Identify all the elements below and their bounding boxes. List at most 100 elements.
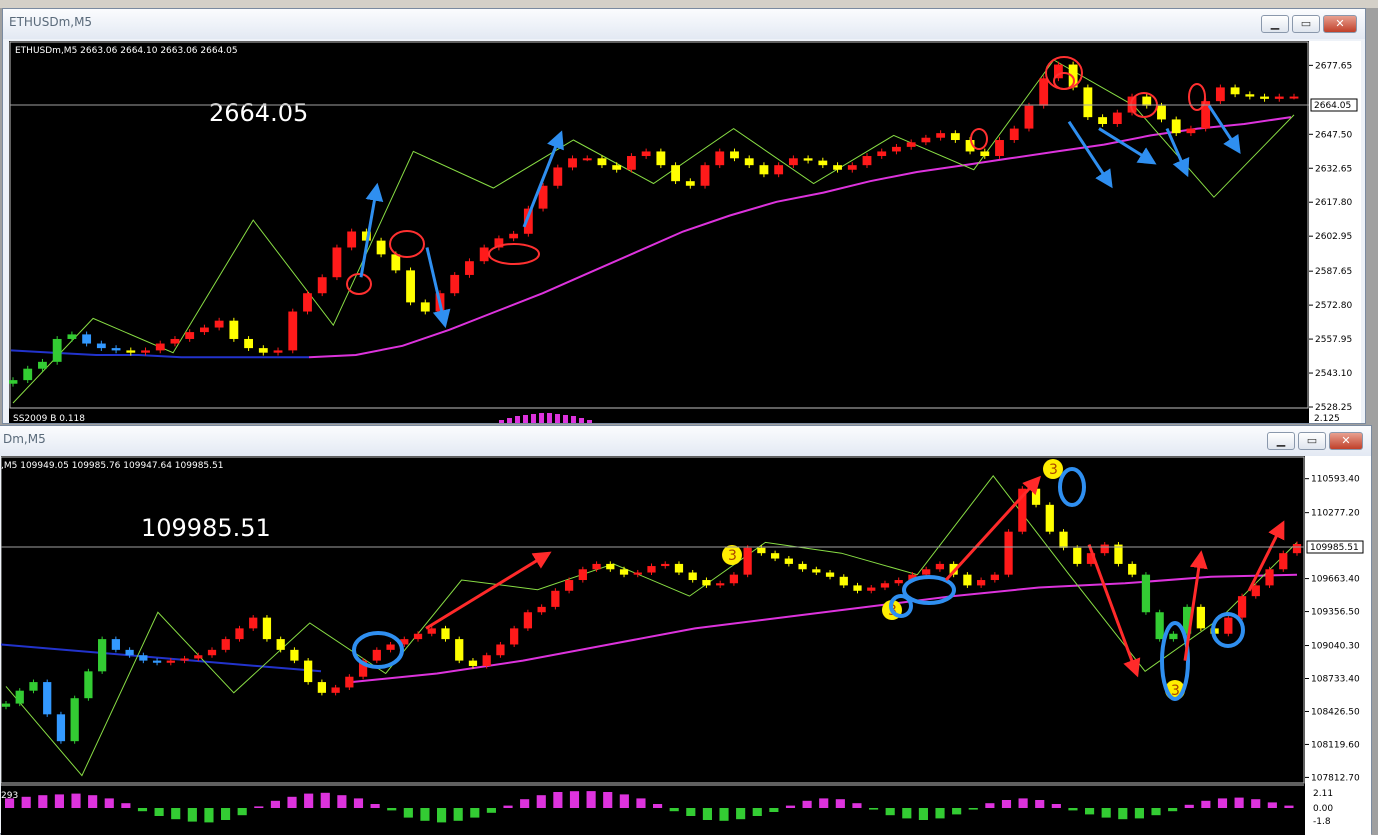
y-tick-label: 2677.65: [1315, 61, 1352, 71]
restore-button[interactable]: ▭: [1292, 15, 1320, 33]
candle-body: [482, 655, 491, 666]
candle-body: [249, 617, 258, 629]
oscillator-bar: [1085, 808, 1095, 815]
candle-body: [626, 156, 636, 170]
oscillator-bar: [503, 805, 513, 808]
candle-body: [877, 151, 887, 157]
oscillator-bar: [653, 804, 663, 808]
candle-body: [537, 606, 546, 613]
candle-body: [214, 320, 224, 328]
candle-body: [303, 293, 312, 312]
candle-body: [1083, 87, 1093, 118]
highlight-circle: [389, 230, 425, 258]
candle-body: [125, 649, 134, 656]
osc-tick-zero: 0.00: [1313, 804, 1333, 814]
candle-body: [43, 682, 52, 715]
candle-body: [671, 165, 681, 182]
trend-arrow: [425, 247, 451, 329]
oscillator-bar: [437, 808, 447, 823]
candle-body: [126, 350, 136, 353]
candle-body: [1279, 553, 1288, 570]
candle-body: [892, 146, 901, 152]
oscillator-bar: [486, 808, 496, 813]
candle-body: [185, 332, 195, 339]
highlight-circle: [346, 273, 372, 295]
oscillator-bar: [835, 799, 845, 808]
candle-body: [1009, 128, 1019, 141]
candle-body: [1265, 569, 1274, 586]
btc-price-chart[interactable]: 3333 110593.40110277.20109663.40109356.5…: [1, 456, 1371, 835]
oscillator-bar: [752, 808, 762, 816]
candle-body: [688, 572, 697, 581]
candle-body: [1045, 504, 1054, 532]
oscillator-bar: [54, 794, 64, 808]
candle-body: [894, 580, 903, 584]
candle-body: [141, 350, 150, 353]
indicator-bar: [515, 416, 520, 423]
candle-body: [1004, 531, 1013, 575]
candle-body: [612, 165, 622, 170]
oscillator-bar: [769, 808, 779, 812]
y-tick-label: 2557.95: [1315, 335, 1352, 345]
close-button[interactable]: ✕: [1323, 15, 1357, 33]
candle-body: [170, 338, 180, 344]
oscillator-bar: [1051, 804, 1061, 808]
candle-body: [606, 563, 615, 570]
oscillator-bar: [353, 798, 364, 808]
candle-body: [862, 156, 872, 166]
oscillator-bar: [553, 792, 563, 808]
candle-body: [582, 158, 592, 161]
oscillator-bar: [1134, 808, 1144, 819]
oscillator-bar: [104, 798, 114, 808]
candle-body: [111, 348, 121, 351]
restore-button[interactable]: ▭: [1298, 432, 1326, 450]
window-titlebar[interactable]: ETHUSDm,M5 ▁ ▭ ✕: [3, 9, 1365, 39]
eth-price-chart[interactable]: 2677.65 2647.50 2632.65 2617.80 2602.95 2587.…: [9, 41, 1361, 423]
candle-body: [784, 558, 793, 564]
candle-body: [155, 343, 165, 351]
oscillator-bar: [1018, 798, 1028, 808]
candle-body: [450, 274, 460, 294]
oscillator-bar: [802, 800, 812, 808]
candle-body: [56, 714, 66, 742]
oscillator-bar: [287, 796, 297, 808]
window-titlebar[interactable]: Dm,M5 ▁ ▭ ✕: [0, 426, 1371, 456]
candle-body: [818, 160, 828, 166]
minimize-button[interactable]: ▁: [1261, 15, 1289, 33]
oscillator-bar: [852, 803, 862, 808]
candle-body: [479, 247, 489, 262]
candle-body: [258, 348, 268, 353]
y-tick-label: 2528.25: [1315, 403, 1352, 413]
trend-arrow: [1165, 127, 1190, 178]
oscillator-bar: [968, 808, 978, 810]
oscillator-bar: [869, 808, 879, 810]
oscillator-bar: [470, 808, 480, 818]
candle-body: [564, 580, 574, 591]
candle-body: [376, 240, 386, 255]
chart-area-eth[interactable]: 2677.65 2647.50 2632.65 2617.80 2602.95 2587.…: [9, 41, 1361, 423]
candle-body: [568, 158, 577, 168]
candle-body: [468, 660, 478, 666]
y-tick-label: 2647.50: [1315, 130, 1352, 140]
minimize-button[interactable]: ▁: [1267, 432, 1295, 450]
y-tick-label: 110593.40: [1311, 475, 1360, 485]
candle-body: [656, 151, 666, 166]
oscillator-left-value: 293: [1, 791, 18, 801]
candle-body: [661, 563, 670, 567]
y-tick-label: 109663.40: [1311, 575, 1360, 585]
oscillator-bar: [686, 808, 696, 816]
candle-body: [833, 165, 842, 170]
candle-body: [743, 547, 752, 575]
candle-body: [1260, 96, 1269, 99]
candle-body: [38, 361, 47, 369]
candle-body: [152, 660, 162, 663]
candle-body: [9, 380, 18, 384]
chart-area-btc[interactable]: 3333 110593.40 110277.20 109663.40 109356.5…: [1, 456, 1371, 835]
candle-body: [276, 639, 285, 650]
close-button[interactable]: ✕: [1329, 432, 1363, 450]
y-tick-label: 2632.65: [1315, 164, 1352, 174]
oscillator-bar: [985, 803, 995, 808]
oscillator-bar: [270, 800, 280, 808]
candle-body: [413, 633, 423, 640]
candle-body: [963, 574, 972, 586]
